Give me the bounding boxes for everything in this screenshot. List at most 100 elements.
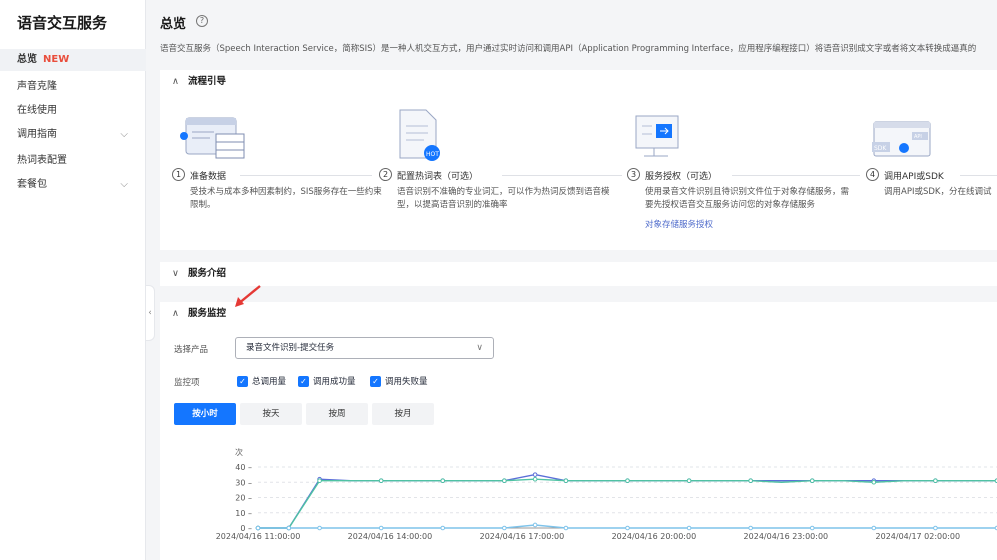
section-title: 服务介绍	[188, 268, 227, 279]
service-title: 语音交互服务	[17, 14, 108, 32]
monitor-items-label: 监控项	[174, 378, 200, 388]
data-point	[563, 525, 569, 531]
flow-guide-header[interactable]: ∧ 流程引导	[172, 71, 226, 93]
sidebar-item-label: 在线使用	[17, 105, 57, 116]
chevron-up-icon: ∧	[172, 308, 179, 319]
sidebar-item-label: 总览	[17, 54, 37, 65]
sidebar-item-hotwords[interactable]: 热词表配置	[0, 150, 146, 172]
checkmark-icon: ✓	[237, 376, 248, 387]
sidebar-item-packages[interactable]: 套餐包 ⌵	[0, 174, 146, 196]
y-tick-label: 40 –	[235, 463, 252, 472]
svg-text:HOT: HOT	[426, 151, 439, 158]
data-point	[378, 478, 384, 484]
data-point	[378, 525, 384, 531]
monitor-line-chart: 次0 –10 –20 –30 –40 –2024/04/16 11:00:00 2…	[216, 447, 997, 541]
data-point	[809, 525, 815, 531]
data-point	[686, 525, 692, 531]
section-title: 流程引导	[188, 76, 227, 87]
y-axis-label: 次	[235, 447, 243, 457]
flow-guide-card: ∧ 流程引导 HOT SDK API 1 准备数据 受技术与成本多种因素制约，S…	[160, 70, 997, 250]
data-point	[317, 525, 322, 531]
data-point	[502, 525, 507, 531]
data-prep-illustration	[180, 117, 245, 159]
step-number: 2	[379, 168, 392, 181]
checkbox-label: 调用成功量	[313, 377, 356, 387]
x-tick-label: 2024/04/16 14:00:00	[348, 532, 433, 541]
sidebar-item-label: 声音克隆	[17, 81, 57, 92]
step-number: 4	[866, 168, 879, 181]
data-point	[317, 478, 322, 484]
obs-authorization-link[interactable]: 对象存储服务授权	[645, 218, 713, 230]
data-point	[933, 525, 938, 531]
total-calls-checkbox[interactable]: ✓ 总调用量	[237, 375, 286, 387]
page-title: 总览	[160, 17, 187, 32]
hotword-illustration: HOT	[399, 109, 440, 161]
chevron-down-icon: ⌵	[120, 179, 128, 190]
sidebar-collapse-button[interactable]: ‹	[146, 285, 155, 341]
x-tick-label: 2024/04/16 23:00:00	[744, 532, 829, 541]
series-line	[258, 478, 997, 529]
api-sdk-illustration: SDK API	[872, 121, 931, 157]
service-intro-header[interactable]: ∨ 服务介绍	[172, 263, 226, 285]
step-connector	[960, 175, 997, 176]
product-select[interactable]: 录音文件识别-提交任务 ∨	[235, 337, 494, 359]
x-tick-label: 2024/04/16 17:00:00	[480, 532, 565, 541]
data-point	[933, 478, 938, 484]
success-calls-checkbox[interactable]: ✓ 调用成功量	[298, 375, 356, 387]
step-title: 调用API或SDK	[884, 172, 944, 182]
checkbox-label: 总调用量	[252, 377, 287, 387]
tab-week[interactable]: 按周	[306, 403, 368, 425]
data-point	[440, 478, 446, 484]
step-connector	[240, 175, 372, 176]
data-point	[625, 525, 630, 531]
service-monitor-header[interactable]: ∧ 服务监控	[172, 303, 226, 325]
sidebar-item-voice-clone[interactable]: 声音克隆	[0, 76, 146, 98]
x-tick-label: 2024/04/16 20:00:00	[612, 532, 697, 541]
data-point	[502, 478, 507, 484]
sidebar-item-label: 热词表配置	[17, 155, 67, 166]
checkmark-icon: ✓	[298, 376, 309, 387]
sidebar-item-label: 套餐包	[17, 179, 47, 190]
data-point	[809, 478, 815, 484]
data-point	[871, 525, 877, 531]
main-content: 总览 ? 语音交互服务（Speech Interaction Service，简…	[160, 0, 997, 560]
annotation-arrow-icon	[235, 285, 261, 307]
x-tick-label: 2024/04/17 02:00:00	[876, 532, 961, 541]
authorization-illustration	[635, 115, 679, 157]
product-select-value: 录音文件识别-提交任务	[246, 343, 335, 353]
step-number: 1	[172, 168, 185, 181]
y-tick-label: 30 –	[235, 478, 252, 487]
tab-day[interactable]: 按天	[240, 403, 302, 425]
y-tick-label: 20 –	[235, 494, 252, 503]
step-title: 准备数据	[190, 172, 227, 182]
data-point	[748, 525, 753, 531]
failed-calls-checkbox[interactable]: ✓ 调用失败量	[370, 375, 428, 387]
data-point	[532, 522, 538, 528]
help-icon[interactable]: ?	[196, 15, 208, 27]
service-monitor-card: ∧ 服务监控 选择产品 录音文件识别-提交任务 ∨ 监控项 ✓ 总调用量 ✓ 调用成功量…	[160, 302, 997, 560]
chevron-down-icon: ⌵	[120, 129, 128, 140]
step-connector	[502, 175, 622, 176]
chevron-up-icon: ∧	[172, 76, 179, 87]
data-point	[286, 525, 292, 531]
svg-text:SDK: SDK	[874, 145, 887, 152]
x-tick-label: 2024/04/16 11:00:00	[216, 532, 301, 541]
service-description: 语音交互服务（Speech Interaction Service，简称SIS）…	[160, 44, 977, 54]
chevron-down-icon: ∨	[476, 343, 483, 353]
sidebar-item-online-use[interactable]: 在线使用	[0, 100, 146, 122]
section-title: 服务监控	[188, 308, 227, 319]
sidebar-item-label: 调用指南	[17, 129, 57, 140]
service-intro-card: ∨ 服务介绍	[160, 262, 997, 286]
data-point	[563, 478, 569, 484]
sidebar-item-guide[interactable]: 调用指南 ⌵	[0, 124, 146, 146]
tab-month[interactable]: 按月	[372, 403, 434, 425]
sidebar-item-overview[interactable]: 总览 NEW	[0, 49, 146, 71]
data-point	[440, 525, 446, 531]
data-point	[686, 478, 692, 484]
svg-text:API: API	[914, 134, 922, 140]
data-point	[871, 479, 877, 485]
tab-hour[interactable]: 按小时	[174, 403, 236, 425]
step-description: 语音识别不准确的专业词汇，可以作为热词反馈到语音模型，以提高语音识别的准确率	[397, 187, 610, 210]
step-description: 使用录音文件识别且待识别文件位于对象存储服务，需要先授权语音交互服务访问您的对象…	[645, 187, 850, 210]
data-point	[625, 478, 630, 484]
